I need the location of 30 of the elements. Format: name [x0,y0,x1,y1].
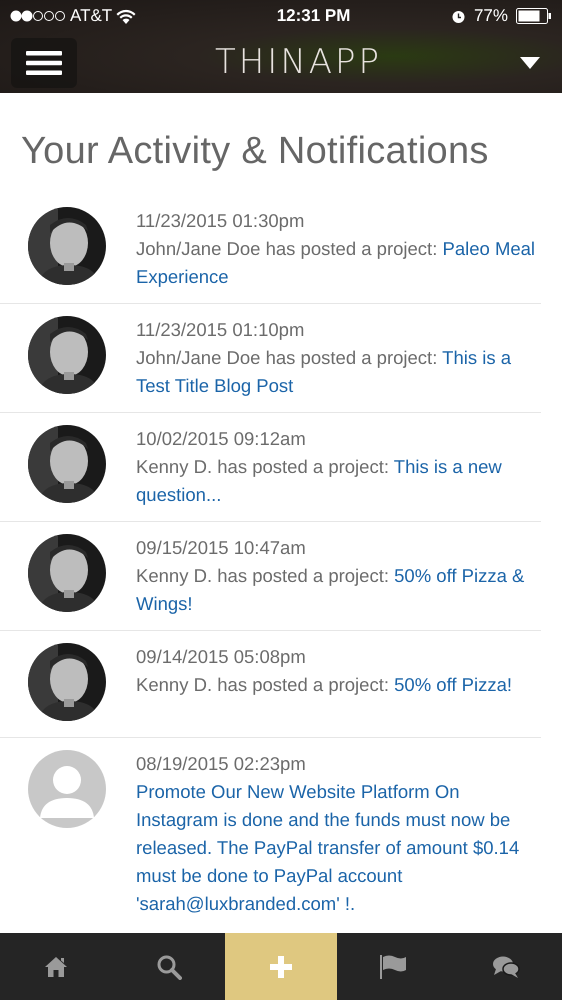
battery-icon [516,8,552,24]
app-logo: THINAPP [214,41,382,84]
dropdown-icon[interactable] [520,56,540,68]
alarm-icon [450,8,466,24]
search-icon [156,954,182,980]
notification-text: John/Jane Doe has posted a project: This is a Test Title Blog Post [136,346,512,398]
avatar-placeholder-icon [28,750,106,828]
notification-text: Kenny D. has posted a project: This is a new question... [136,454,503,507]
carrier-name: AT&T [70,5,112,28]
notification-text: John/Jane Doe has posted a project: Paleo Meal Experience [136,236,536,289]
menu-icon [26,50,62,74]
notification-text: Promote Our New Website Platform On Instagram is done and the funds must now be released. The PayPal transfer of amount $0.14 must be done to PayPal account 'sarah@luxbranded.com' !. [136,780,520,916]
chat-icon [492,954,520,978]
page-title: Your Activity & Notifications [21,129,490,174]
wifi-icon [116,8,136,24]
home-icon [44,956,68,978]
notification-text: Kenny D. has posted a project: 50% off Pizza! [136,672,514,697]
menu-button[interactable] [11,38,77,88]
plus-icon [270,956,292,978]
notification-date: 09/15/2015 10:47am [135,536,307,560]
flag-icon [379,954,408,978]
notification-date: 11/23/2015 01:30pm [135,208,306,233]
signal-icon [10,10,66,22]
notification-date: 11/23/2015 01:10pm [135,318,306,342]
notification-date: 09/14/2015 05:08pm [135,644,307,669]
battery-percent: 77% [474,5,508,28]
notification-date: 10/02/2015 09:12am [135,426,307,451]
clock-time: 12:31 PM [276,5,350,28]
notification-date: 08/19/2015 02:23pm [135,752,307,776]
notification-text: Kenny D. has posted a project: 50% off Pizza & Wings! [136,564,526,616]
